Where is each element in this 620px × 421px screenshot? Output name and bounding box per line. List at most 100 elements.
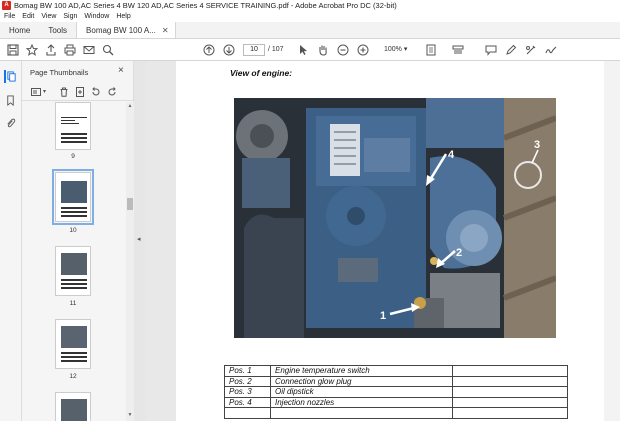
callout-2: 2 — [456, 247, 462, 259]
thumbnail-page-13[interactable] — [55, 392, 91, 421]
thumbnail-page-9[interactable] — [55, 102, 91, 150]
thumbnail-page-10[interactable] — [52, 169, 94, 225]
thumbnail-number: 11 — [69, 300, 77, 307]
desc-cell — [270, 407, 453, 419]
next-page-icon[interactable] — [222, 43, 236, 57]
extra-cell — [452, 386, 568, 398]
menu-help[interactable]: Help — [116, 13, 130, 20]
table-row: Pos. 3 Oil dipstick — [224, 386, 568, 398]
document-canvas: View of engine: 1 2 3 4 Pos. 1 Engine te… — [146, 61, 620, 421]
draw-icon[interactable] — [524, 43, 538, 57]
menu-view[interactable]: View — [41, 13, 56, 20]
panel-toolbar: ▾ — [22, 83, 134, 101]
table-row: Pos. 2 Connection glow plug — [224, 375, 568, 387]
tab-bar: Home Tools Bomag BW 100 A... ✕ — [0, 22, 620, 39]
scroll-down-icon[interactable]: ▼ — [126, 411, 134, 419]
extra-cell — [452, 407, 568, 419]
desc-cell: Injection nozzles — [270, 396, 453, 408]
table-row: Pos. 4 Injection nozzles — [224, 396, 568, 408]
toolbar: 10 / 107 100% ▾ — [0, 39, 620, 61]
pos-cell: Pos. 3 — [224, 386, 271, 398]
tab-tools[interactable]: Tools — [39, 22, 76, 38]
left-rail — [0, 61, 22, 421]
previous-page-icon[interactable] — [202, 43, 216, 57]
save-icon[interactable] — [6, 43, 20, 57]
thumbnail-scrollbar[interactable]: ▲ ▼ — [126, 102, 134, 421]
thumbnail-page-11[interactable] — [55, 246, 91, 296]
sign-icon[interactable] — [544, 43, 558, 57]
close-tab-icon[interactable]: ✕ — [162, 26, 169, 35]
upload-icon[interactable] — [44, 43, 58, 57]
thumbnail-number: 9 — [71, 153, 75, 160]
select-cursor-icon[interactable] — [296, 43, 310, 57]
thumbnail-number: 10 — [69, 227, 77, 234]
page-fit-icon[interactable] — [424, 43, 438, 57]
hand-tool-icon[interactable] — [316, 43, 330, 57]
chevron-down-icon[interactable]: ▾ — [43, 88, 46, 95]
zoom-level: 100% — [384, 46, 402, 53]
extra-cell — [452, 375, 568, 387]
zoom-level-select[interactable]: 100% ▾ — [384, 44, 414, 56]
scroll-mode-icon[interactable] — [451, 43, 465, 57]
pos-cell: Pos. 1 — [224, 365, 271, 377]
tab-home-label: Home — [9, 25, 31, 35]
scrollbar-thumb[interactable] — [127, 198, 133, 210]
extra-cell — [452, 396, 568, 408]
desc-cell: Engine temperature switch — [270, 365, 453, 377]
engine-illustration: 1 2 3 4 — [234, 98, 556, 338]
scroll-up-icon[interactable]: ▲ — [126, 102, 134, 110]
pos-cell — [224, 407, 271, 419]
menu-file[interactable]: File — [4, 13, 15, 20]
thumbnail-page-12[interactable] — [55, 319, 91, 369]
tab-tools-label: Tools — [48, 25, 68, 35]
bookmark-star-icon[interactable] — [25, 43, 39, 57]
title-bar: A Bomag BW 100 AD,AC Series 4 BW 120 AD,… — [0, 0, 620, 11]
highlight-pen-icon[interactable] — [504, 43, 518, 57]
comment-icon[interactable] — [484, 43, 498, 57]
engine-photo: 1 2 3 4 — [234, 98, 556, 338]
bookmarks-icon[interactable] — [4, 94, 17, 107]
page-thumbnails-icon[interactable] — [4, 70, 17, 83]
collapse-panel-icon[interactable]: ◂ — [137, 235, 141, 243]
position-table: Pos. 1 Engine temperature switch Pos. 2 … — [224, 365, 568, 419]
thumbnail-options-icon[interactable] — [30, 86, 42, 98]
page-thumbnails-panel: Page Thumbnails × ▾ 9 10 11 12 ▲ ▼ — [22, 61, 134, 421]
close-panel-icon[interactable]: × — [118, 65, 124, 76]
table-row: Pos. 1 Engine temperature switch — [224, 365, 568, 377]
menu-sign[interactable]: Sign — [63, 13, 77, 20]
acrobat-icon: A — [2, 1, 11, 10]
table-row — [224, 407, 568, 419]
pdf-page: View of engine: 1 2 3 4 Pos. 1 Engine te… — [176, 61, 620, 421]
thumbnail-number: 12 — [69, 373, 77, 380]
zoom-out-icon[interactable] — [336, 43, 350, 57]
menu-edit[interactable]: Edit — [22, 13, 34, 20]
zoom-in-icon[interactable] — [356, 43, 370, 57]
delete-page-icon[interactable] — [58, 86, 70, 98]
tab-home[interactable]: Home — [0, 22, 39, 38]
pos-cell: Pos. 4 — [224, 396, 271, 408]
callout-4: 4 — [448, 149, 455, 161]
menu-window[interactable]: Window — [84, 13, 109, 20]
panel-splitter[interactable]: ◂ — [134, 61, 146, 421]
callout-3: 3 — [534, 139, 540, 151]
desc-cell: Connection glow plug — [270, 375, 453, 387]
thumbnail-list: 9 10 11 12 — [22, 102, 126, 421]
page-heading: View of engine: — [230, 68, 293, 78]
page-number-input[interactable]: 10 — [243, 44, 265, 56]
rotate-counterclockwise-icon[interactable] — [90, 86, 102, 98]
window-title: Bomag BW 100 AD,AC Series 4 BW 120 AD,AC… — [14, 1, 397, 10]
rotate-clockwise-icon[interactable] — [106, 86, 118, 98]
insert-page-icon[interactable] — [74, 86, 86, 98]
pos-cell: Pos. 2 — [224, 375, 271, 387]
print-icon[interactable] — [63, 43, 77, 57]
menu-bar: File Edit View Sign Window Help — [0, 11, 620, 22]
attachments-icon[interactable] — [4, 117, 17, 130]
email-icon[interactable] — [82, 43, 96, 57]
search-icon[interactable] — [101, 43, 115, 57]
tab-document-label: Bomag BW 100 A... — [86, 25, 156, 35]
panel-title: Page Thumbnails — [30, 68, 89, 77]
document-scrollbar[interactable] — [604, 61, 620, 421]
extra-cell — [452, 365, 568, 377]
desc-cell: Oil dipstick — [270, 386, 453, 398]
tab-document[interactable]: Bomag BW 100 A... ✕ — [76, 22, 176, 38]
